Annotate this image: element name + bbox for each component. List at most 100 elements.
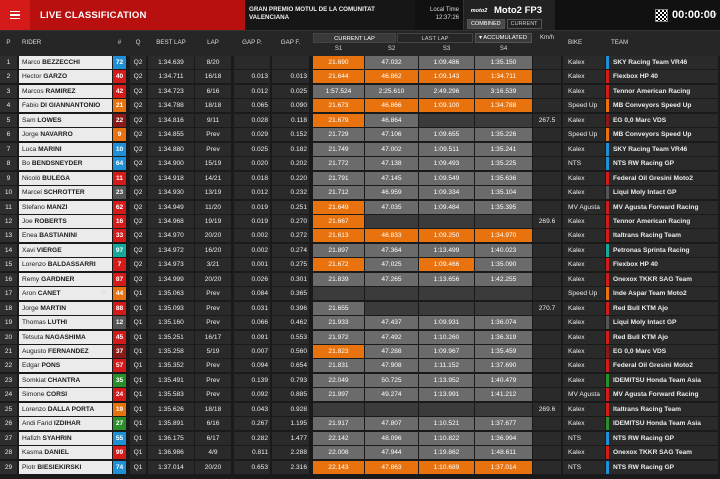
col-q[interactable]: Q [130,39,146,46]
table-row[interactable]: 27 Hafizh SYAHRIN 55 Q1 1:36.175 6/17 0.282 1.4… [0,431,720,446]
version-label: 1.27 [707,13,717,19]
position-cell: 10 [0,186,17,200]
col-p[interactable]: P [0,39,17,46]
q-group-cell: Q2 [130,128,146,142]
speed-cell [533,373,561,387]
q-group-cell: Q2 [130,214,146,228]
sector-3-cell [419,113,474,127]
rider-number-badge: 88 [113,301,126,315]
sector-3-cell: 1:10.260 [419,330,474,344]
tab-combined[interactable]: COMBINED [467,19,505,29]
col-gap-f[interactable]: GAP F. [272,39,309,46]
best-lap-cell: 1:36.986 [148,446,194,460]
gap-first-cell: 0.275 [272,258,309,272]
accumulated-select[interactable]: ▾ ACCUMULATED [475,33,532,43]
sector-1-cell: 21.897 [313,243,364,257]
table-row[interactable]: 10 Marcel SCHROTTER 23 Q2 1:34.930 13/19 0.012… [0,186,720,200]
table-row[interactable]: 14 Xavi VIERGE 97 Q2 1:34.972 16/20 0.002 0.274… [0,243,720,258]
col-rider[interactable]: RIDER [22,39,112,46]
gap-previous-cell: 0.031 [234,301,270,315]
table-row[interactable]: 26 Andi Farid IZDIHAR 27 Q1 1:35.891 6/16 0.26… [0,417,720,431]
table-row[interactable]: 23 Somkiat CHANTRA 35 Q1 1:35.491 Prev 0.139 0.… [0,373,720,388]
table-row[interactable]: 8 Bo BENDSNEYDER 64 Q2 1:34.900 15/19 0.020 0.2… [0,157,720,171]
sector-2-cell: 47.025 [365,258,418,272]
event-line-2: VALENCIANA [249,14,290,21]
table-row[interactable]: 15 Lorenzo BALDASSARRI 7 Q2 1:34.973 3/21 0.00… [0,258,720,272]
gap-previous-cell: 0.019 [234,214,270,228]
session-clock: 00:00:00 [555,0,720,30]
table-row[interactable]: 3 Marcos RAMIREZ 42 Q2 1:34.723 6/16 0.012 0.02… [0,84,720,99]
team-cell: MB Conveyors Speed Up [606,99,718,113]
col-gap-p[interactable]: GAP P. [234,39,270,46]
pit-indicator: P [101,290,106,298]
table-row[interactable]: 29 Piotr BIESIEKIRSKI 74 Q1 1:37.014 20/20 0.6… [0,460,720,475]
bike-cell: MV Agusta [563,388,605,402]
lap-cell: 5/19 [195,345,231,358]
table-row[interactable]: 20 Tetsuta NAGASHIMA 45 Q1 1:35.251 16/17 0.09… [0,330,720,345]
table-row[interactable]: 13 Enea BASTIANINI 33 Q2 1:34.970 20/20 0.002 0… [0,229,720,243]
gap-first-cell: 0.118 [272,113,309,127]
bike-cell: Kalex [563,272,605,286]
col-bike[interactable]: BIKE [568,39,605,46]
rider-number-badge: 87 [113,272,126,286]
col-lap[interactable]: LAP [195,39,231,46]
gap-previous-cell: 0.139 [234,373,270,387]
lap-cell: Prev [195,388,231,402]
q-group-cell: Q2 [130,70,146,84]
sector-3-cell: 1:09.466 [419,258,474,272]
last-lap-toggle[interactable]: LAST LAP [397,33,473,43]
col-num[interactable]: # [113,39,126,46]
table-row[interactable]: 28 Kasma DANIEL 99 Q1 1:36.986 4/9 0.811 2.288 2… [0,446,720,460]
table-row[interactable]: 22 Edgar PONS 57 Q1 1:35.352 Prev 0.094 0.654 21… [0,359,720,373]
table-row[interactable]: 17 Aron CANET P 44 Q1 1:35.063 Prev 0.084 0.365 S… [0,287,720,301]
lap-cell: 15/19 [195,157,231,171]
bike-cell: Kalex [563,70,605,84]
rider-number-badge: 44 [113,287,126,301]
table-row[interactable]: 9 Nicolò BULEGA 11 Q2 1:34.918 14/21 0.018 0.22… [0,171,720,186]
sector-4-cell [475,214,532,228]
table-row[interactable]: 4 Fabio DI GIANNANTONIO 21 Q2 1:34.788 18/18 0… [0,99,720,113]
q-group-cell: Q1 [130,446,146,460]
rider-name-cell: Nicolò BULEGA [19,171,112,185]
hamburger-menu-icon[interactable] [0,0,30,30]
table-row[interactable]: 25 Lorenzo DALLA PORTA 19 Q1 1:35.626 18/18 0.… [0,402,720,417]
table-row[interactable]: 1 Marco BEZZECCHI 72 Q2 1:34.639 8/20 21.690 47… [0,56,720,70]
table-row[interactable]: 6 Jorge NAVARRO 9 Q2 1:34.855 Prev 0.029 0.152 2… [0,128,720,142]
table-row[interactable]: 21 Augusto FERNANDEZ 37 Q1 1:35.258 5/19 0.007… [0,345,720,359]
gap-previous-cell: 0.811 [234,446,270,460]
rider-number-badge: 21 [113,99,126,113]
sector-2-cell: 2:25.610 [365,84,418,98]
col-kmh: Km/h [539,35,554,41]
lap-cell: 18/18 [195,99,231,113]
table-row[interactable]: 12 Joe ROBERTS 16 Q2 1:34.968 19/19 0.019 0.270… [0,214,720,229]
tab-current[interactable]: CURRENT [506,19,542,29]
lap-cell: Prev [195,287,231,301]
sector-2-cell: 47.035 [365,200,418,214]
table-row[interactable]: 7 Luca MARINI 10 Q2 1:34.880 Prev 0.025 0.182 21… [0,142,720,157]
sector-1-cell: 21.613 [313,229,364,243]
table-row[interactable]: 5 Sam LOWES 22 Q2 1:34.816 9/11 0.028 0.118 21.6… [0,113,720,128]
current-lap-toggle[interactable]: CURRENT LAP [313,33,396,43]
col-best-lap[interactable]: BEST LAP [148,39,194,46]
rider-name-cell: Joe ROBERTS [19,214,112,228]
sector-4-cell: 1:35.225 [475,157,532,171]
rider-name-cell: Fabio DI GIANNANTONIO [19,99,112,113]
speed-cell [533,460,561,474]
table-row[interactable]: 24 Simone CORSI 24 Q1 1:35.583 Prev 0.092 0.885… [0,388,720,402]
sector-3-cell: 1:09.100 [419,99,474,113]
sector-3-cell: 1:13.656 [419,272,474,286]
sector-2-cell: 47.437 [365,316,418,330]
table-row[interactable]: 19 Thomas LUTHI 12 Q1 1:35.160 Prev 0.066 0.462… [0,316,720,330]
table-row[interactable]: 11 Stefano MANZI 62 Q2 1:34.949 11/20 0.019 0.2… [0,200,720,215]
bike-cell: Speed Up [563,128,605,142]
sector-1-cell: 21.667 [313,214,364,228]
table-row[interactable]: 18 Jorge MARTIN 88 Q1 1:35.093 Prev 0.031 0.396… [0,301,720,316]
table-row[interactable]: 2 Hector GARZO 40 Q2 1:34.711 16/18 0.013 0.013… [0,70,720,84]
rider-name-cell: Jorge MARTIN [19,301,112,315]
rider-last-name: BALDASSARRI [47,261,96,269]
local-time-value: 12:37:26 [435,15,459,21]
gap-first-cell: 0.270 [272,214,309,228]
table-row[interactable]: 16 Remy GARDNER 87 Q2 1:34.999 20/20 0.026 0.30… [0,272,720,287]
gap-first-cell: 0.232 [272,186,309,200]
col-team[interactable]: TEAM [611,39,711,46]
